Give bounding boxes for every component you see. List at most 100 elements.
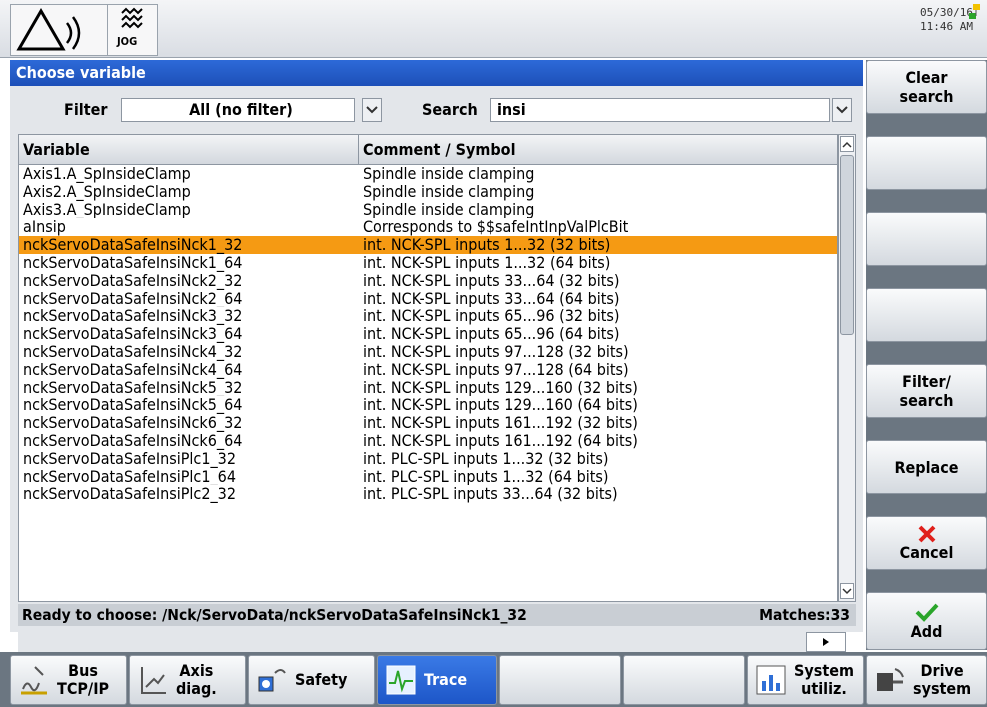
softkey-label: TCP/IP [57, 679, 110, 698]
scroll-right-button[interactable] [806, 632, 846, 652]
cancel-softkey[interactable]: Cancel [866, 516, 987, 570]
vertical-scrollbar[interactable] [838, 134, 856, 602]
scroll-down-button[interactable] [840, 583, 854, 599]
comment-cell: int. PLC-SPL inputs 1...32 (32 bits) [363, 449, 609, 468]
safety-softkey[interactable]: Safety [248, 655, 375, 705]
variable-cell: nckServoDataSafeInsiPlc1_64 [23, 467, 236, 486]
time-text: 11:46 AM [920, 20, 973, 33]
variable-cell: nckServoDataSafeInsiNck1_64 [23, 253, 243, 272]
comment-cell: Corresponds to $$safeIntInpValPlcBit [363, 218, 629, 237]
replace-softkey[interactable]: Replace [866, 440, 987, 494]
softkey-empty-5[interactable] [499, 655, 621, 705]
filter-dropdown-button[interactable] [362, 98, 382, 122]
bus-tcpip-softkey[interactable]: Bus TCP/IP [10, 655, 127, 705]
table-row[interactable]: Axis2.A_SpInsideClamp Spindle inside clam… [19, 183, 837, 201]
variable-cell: nckServoDataSafeInsiNck4_64 [23, 360, 243, 379]
filter-search-softkey[interactable]: Filter/ search [866, 364, 987, 418]
softkey-2-empty[interactable] [866, 136, 987, 190]
variable-cell: nckServoDataSafeInsiNck5_64 [23, 396, 243, 415]
comment-cell: int. NCK-SPL inputs 129...160 (32 bits) [363, 378, 638, 397]
variable-cell: nckServoDataSafeInsiNck3_64 [23, 325, 243, 343]
table-row[interactable]: aInsip Corresponds to $$safeIntInpValPlcB… [19, 218, 837, 236]
softkey-label: Filter/ [902, 372, 951, 391]
column-header-comment[interactable]: Comment / Symbol [359, 135, 837, 164]
table-row[interactable]: nckServoDataSafeInsiPlc1_64 int. PLC-SPL … [19, 468, 837, 486]
table-row[interactable]: Axis3.A_SpInsideClamp Spindle inside clam… [19, 201, 837, 219]
trace-softkey[interactable]: Trace [377, 655, 497, 705]
table-row[interactable]: nckServoDataSafeInsiNck6_32 int. NCK-SPL … [19, 414, 837, 432]
variable-cell: nckServoDataSafeInsiNck6_64 [23, 431, 243, 450]
table-row[interactable]: nckServoDataSafeInsiPlc1_32 int. PLC-SPL … [19, 450, 837, 468]
scroll-up-button[interactable] [840, 136, 854, 152]
clear-search-softkey[interactable]: Clear search [866, 60, 987, 114]
table-row[interactable]: Axis1.A_SpInsideClamp Spindle inside clam… [19, 165, 837, 183]
system-utiliz-softkey[interactable]: System utiliz. [747, 655, 864, 705]
scrollbar-thumb[interactable] [840, 155, 854, 335]
softkey-label: Add [910, 621, 943, 641]
table-row[interactable]: nckServoDataSafeInsiNck4_32 int. NCK-SPL … [19, 343, 837, 361]
softkey-3-empty[interactable] [866, 212, 987, 266]
column-header-variable[interactable]: Variable [19, 135, 359, 164]
table-row[interactable]: nckServoDataSafeInsiNck2_32 int. NCK-SPL … [19, 272, 837, 290]
comment-cell: int. PLC-SPL inputs 1...32 (64 bits) [363, 467, 609, 486]
search-dropdown-button[interactable] [832, 98, 852, 122]
checkmark-icon [915, 603, 938, 622]
variable-cell: Axis1.A_SpInsideClamp [23, 165, 191, 183]
table-row[interactable]: nckServoDataSafeInsiNck6_64 int. NCK-SPL … [19, 432, 837, 450]
softkey-label: utiliz. [801, 679, 847, 698]
variable-cell: nckServoDataSafeInsiPlc1_32 [23, 449, 236, 468]
comment-cell: int. NCK-SPL inputs 97...128 (32 bits) [363, 342, 629, 361]
add-softkey[interactable]: Add [866, 592, 987, 650]
table-row[interactable]: nckServoDataSafeInsiNck5_64 int. NCK-SPL … [19, 396, 837, 414]
date-time-display: 05/30/16 11:46 AM [920, 6, 973, 34]
network-status-icon [969, 4, 980, 19]
table-row[interactable]: nckServoDataSafeInsiPlc2_32 int. PLC-SPL … [19, 485, 837, 503]
table-row[interactable]: nckServoDataSafeInsiNck4_64 int. NCK-SPL … [19, 361, 837, 379]
comment-cell: int. NCK-SPL inputs 97...128 (64 bits) [363, 360, 629, 379]
comment-cell: Spindle inside clamping [363, 200, 535, 219]
softkey-4-empty[interactable] [866, 288, 987, 342]
table-row[interactable]: nckServoDataSafeInsiNck1_32 int. NCK-SPL … [19, 236, 837, 254]
axis-diagnostics-icon [141, 667, 166, 694]
search-label: Search [422, 100, 478, 119]
table-row[interactable]: nckServoDataSafeInsiNck3_64 int. NCK-SPL … [19, 325, 837, 343]
safety-icon [258, 669, 286, 692]
table-row[interactable]: nckServoDataSafeInsiNck5_32 int. NCK-SPL … [19, 379, 837, 397]
bus-network-icon [21, 666, 47, 695]
choose-variable-panel: Filter All (no filter) Search insi Varia… [10, 86, 863, 632]
status-text: Ready to choose: /Nck/ServoData/nckServo… [22, 606, 527, 624]
dialog-title: Choose variable [10, 60, 863, 86]
vertical-softkey-bar: Clear search Filter/ search Replace Canc… [866, 60, 987, 650]
softkey-label: system [913, 679, 972, 698]
variable-table: Variable Comment / Symbol Axis1.A_SpInsi… [18, 134, 838, 602]
variable-cell: nckServoDataSafeInsiPlc2_32 [23, 485, 236, 504]
softkey-label: Axis [179, 661, 214, 680]
table-row[interactable]: nckServoDataSafeInsiNck2_64 int. NCK-SPL … [19, 290, 837, 308]
table-row[interactable]: nckServoDataSafeInsiNck1_64 int. NCK-SPL … [19, 254, 837, 272]
variable-cell: nckServoDataSafeInsiNck3_32 [23, 307, 243, 326]
drive-system-softkey[interactable]: Drive system [866, 655, 987, 705]
jog-icon [121, 7, 143, 29]
horizontal-softkey-bar: Bus TCP/IP Axis diag. Safety Trace Syste… [0, 652, 987, 707]
cancel-x-icon [918, 525, 935, 542]
softkey-empty-6[interactable] [623, 655, 745, 705]
variable-cell: nckServoDataSafeInsiNck5_32 [23, 378, 243, 397]
comment-cell: int. NCK-SPL inputs 161...192 (32 bits) [363, 414, 638, 432]
softkey-label: Trace [424, 670, 468, 689]
comment-cell: int. NCK-SPL inputs 1...32 (32 bits) [363, 236, 611, 254]
softkey-label: Drive [920, 661, 964, 680]
chevron-down-icon [842, 587, 852, 594]
comment-cell: int. NCK-SPL inputs 33...64 (64 bits) [363, 289, 620, 308]
horizontal-scroll-track[interactable] [18, 632, 806, 652]
axis-diag-softkey[interactable]: Axis diag. [129, 655, 246, 705]
filter-dropdown[interactable]: All (no filter) [121, 98, 355, 122]
variable-cell: nckServoDataSafeInsiNck1_32 [23, 236, 243, 254]
chevron-down-icon [366, 106, 378, 114]
comment-cell: Spindle inside clamping [363, 182, 535, 201]
softkey-label: diag. [176, 679, 217, 698]
table-row[interactable]: nckServoDataSafeInsiNck3_32 int. NCK-SPL … [19, 307, 837, 325]
search-input[interactable]: insi [490, 98, 830, 122]
table-body: Axis1.A_SpInsideClamp Spindle inside clam… [19, 165, 837, 503]
trace-icon [386, 665, 416, 695]
jog-mode-label: JOG [117, 35, 138, 48]
